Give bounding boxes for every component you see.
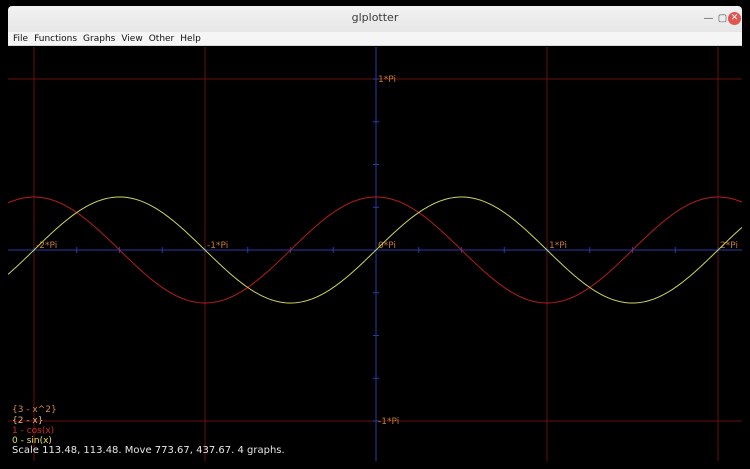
menu-view[interactable]: View	[121, 34, 142, 44]
menu-other[interactable]: Other	[149, 34, 175, 44]
y-tick-label: 1*Pi	[378, 75, 396, 85]
x-tick-label: -1*Pi	[207, 241, 228, 251]
menu-bar: File Functions Graphs View Other Help	[8, 32, 742, 46]
legend-item-x2: {3 - x^2}	[12, 405, 57, 415]
plot-svg: -2*Pi -1*Pi 0*Pi 1*Pi 2*Pi1*Pi-1*Pi	[7, 35, 743, 465]
legend-label: 1 - cos(x)	[12, 426, 55, 436]
close-icon[interactable]: ✕	[728, 12, 741, 25]
menu-graphs[interactable]: Graphs	[83, 34, 115, 44]
menu-file[interactable]: File	[13, 34, 28, 44]
legend-item-cos: 1 - cos(x)	[12, 426, 54, 436]
plot-canvas[interactable]: -2*Pi -1*Pi 0*Pi 1*Pi 2*Pi 1*Pi -1*Pi	[7, 35, 743, 465]
window-titlebar[interactable]: glplotter — ▢ ✕	[8, 6, 742, 33]
menu-help[interactable]: Help	[180, 34, 201, 44]
legend-item-x: {2 - x}	[12, 416, 43, 426]
legend-label: {2 - x}	[12, 416, 44, 426]
window-title: glplotter	[351, 11, 399, 24]
legend-label: {3 - x^2}	[12, 405, 57, 415]
x-tick-label: 1*Pi	[549, 241, 567, 251]
x-tick-label: -2*Pi	[36, 241, 57, 251]
status-bar-text: Scale 113.48, 113.48. Move 773.67, 437.6…	[12, 445, 285, 456]
y-tick-label: -1*Pi	[378, 417, 399, 427]
minimize-icon[interactable]: —	[702, 12, 715, 25]
menu-functions[interactable]: Functions	[34, 34, 77, 44]
